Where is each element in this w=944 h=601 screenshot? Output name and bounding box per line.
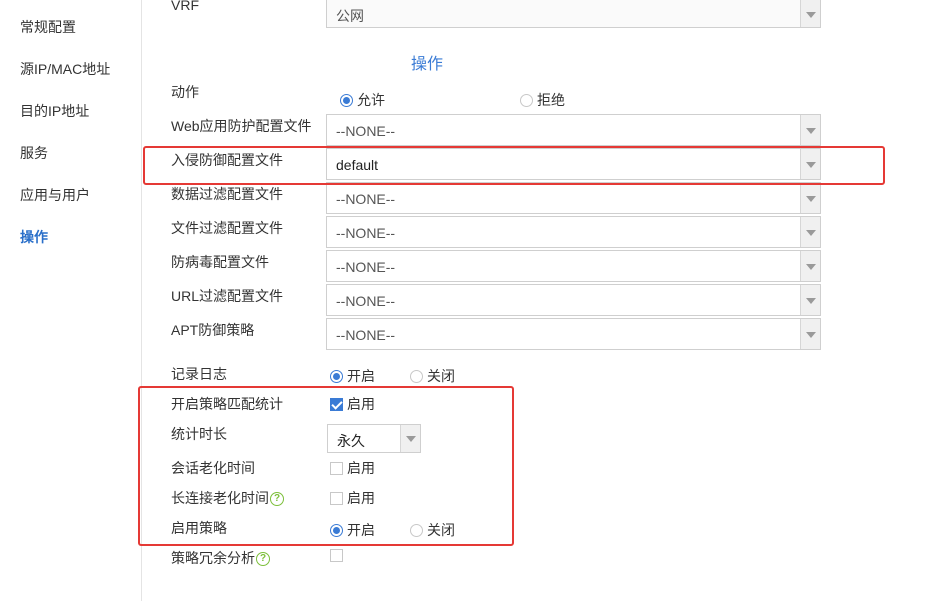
vrf-select[interactable]: 公网 bbox=[326, 0, 821, 28]
long-conn-aging-checkbox[interactable]: 启用 bbox=[330, 488, 375, 508]
enable-policy-label: 启用策略 bbox=[171, 520, 227, 536]
chevron-down-icon bbox=[800, 115, 820, 145]
redundancy-label: 策略冗余分析? bbox=[171, 548, 270, 568]
ips-profile-select[interactable]: default bbox=[326, 148, 821, 180]
file-filter-profile-label: 文件过滤配置文件 bbox=[171, 220, 283, 236]
long-conn-aging-label: 长连接老化时间? bbox=[171, 488, 284, 508]
match-stats-label: 开启策略匹配统计 bbox=[171, 396, 283, 412]
chevron-down-icon bbox=[800, 0, 820, 27]
help-icon[interactable]: ? bbox=[256, 552, 270, 567]
action-label: 动作 bbox=[171, 84, 199, 100]
url-filter-profile-label: URL过滤配置文件 bbox=[171, 288, 284, 304]
radio-on-icon bbox=[340, 93, 353, 107]
session-aging-checkbox[interactable]: 启用 bbox=[330, 458, 375, 478]
enable-policy-on-radio[interactable]: 开启 bbox=[330, 520, 375, 540]
sidebar-item-service[interactable]: 服务 bbox=[20, 143, 48, 163]
action-allow-radio[interactable]: 允许 bbox=[340, 90, 385, 110]
checkbox-unchecked-icon bbox=[330, 461, 343, 475]
enable-policy-off-radio[interactable]: 关闭 bbox=[410, 520, 455, 540]
chevron-down-icon bbox=[800, 183, 820, 213]
log-on-radio[interactable]: 开启 bbox=[330, 366, 375, 386]
session-aging-label: 会话老化时间 bbox=[171, 460, 255, 476]
checkbox-checked-icon bbox=[330, 397, 343, 411]
antivirus-profile-label: 防病毒配置文件 bbox=[171, 254, 269, 270]
stats-duration-select[interactable]: 永久 bbox=[327, 424, 421, 453]
checkbox-unchecked-icon bbox=[330, 549, 343, 562]
log-label: 记录日志 bbox=[171, 366, 227, 382]
antivirus-profile-select[interactable]: --NONE-- bbox=[326, 250, 821, 282]
waf-profile-label: Web应用防护配置文件 bbox=[171, 118, 312, 134]
apt-policy-select[interactable]: --NONE-- bbox=[326, 318, 821, 350]
ips-profile-label: 入侵防御配置文件 bbox=[171, 152, 283, 168]
redundancy-checkbox[interactable] bbox=[330, 549, 343, 562]
chevron-down-icon bbox=[800, 285, 820, 315]
apt-policy-label: APT防御策略 bbox=[171, 322, 255, 338]
chevron-down-icon bbox=[400, 425, 420, 452]
data-filter-profile-select[interactable]: --NONE-- bbox=[326, 182, 821, 214]
vrf-label: VRF bbox=[171, 0, 199, 13]
section-title: 操作 bbox=[411, 56, 444, 73]
sidebar-item-action[interactable]: 操作 bbox=[20, 227, 48, 247]
chevron-down-icon bbox=[800, 217, 820, 247]
radio-off-icon bbox=[410, 523, 423, 537]
sidebar-item-app-user[interactable]: 应用与用户 bbox=[20, 185, 90, 205]
chevron-down-icon bbox=[800, 149, 820, 179]
log-off-radio[interactable]: 关闭 bbox=[410, 366, 455, 386]
url-filter-profile-select[interactable]: --NONE-- bbox=[326, 284, 821, 316]
waf-profile-select[interactable]: --NONE-- bbox=[326, 114, 821, 146]
sidebar-item-general[interactable]: 常规配置 bbox=[20, 17, 76, 37]
match-stats-checkbox[interactable]: 启用 bbox=[330, 394, 375, 414]
radio-off-icon bbox=[410, 369, 423, 383]
sidebar-item-destination[interactable]: 目的IP地址 bbox=[20, 101, 89, 121]
vrf-value: 公网 bbox=[336, 8, 364, 24]
help-icon[interactable]: ? bbox=[270, 492, 284, 507]
sidebar-item-source[interactable]: 源IP/MAC地址 bbox=[20, 59, 110, 79]
radio-off-icon bbox=[520, 93, 533, 107]
stats-duration-label: 统计时长 bbox=[171, 426, 227, 442]
radio-on-icon bbox=[330, 369, 343, 383]
file-filter-profile-select[interactable]: --NONE-- bbox=[326, 216, 821, 248]
sidebar: 常规配置 源IP/MAC地址 目的IP地址 服务 应用与用户 操作 bbox=[0, 0, 142, 601]
radio-on-icon bbox=[330, 523, 343, 537]
chevron-down-icon bbox=[800, 319, 820, 349]
action-deny-radio[interactable]: 拒绝 bbox=[520, 90, 565, 110]
chevron-down-icon bbox=[800, 251, 820, 281]
checkbox-unchecked-icon bbox=[330, 491, 343, 505]
data-filter-profile-label: 数据过滤配置文件 bbox=[171, 186, 283, 202]
